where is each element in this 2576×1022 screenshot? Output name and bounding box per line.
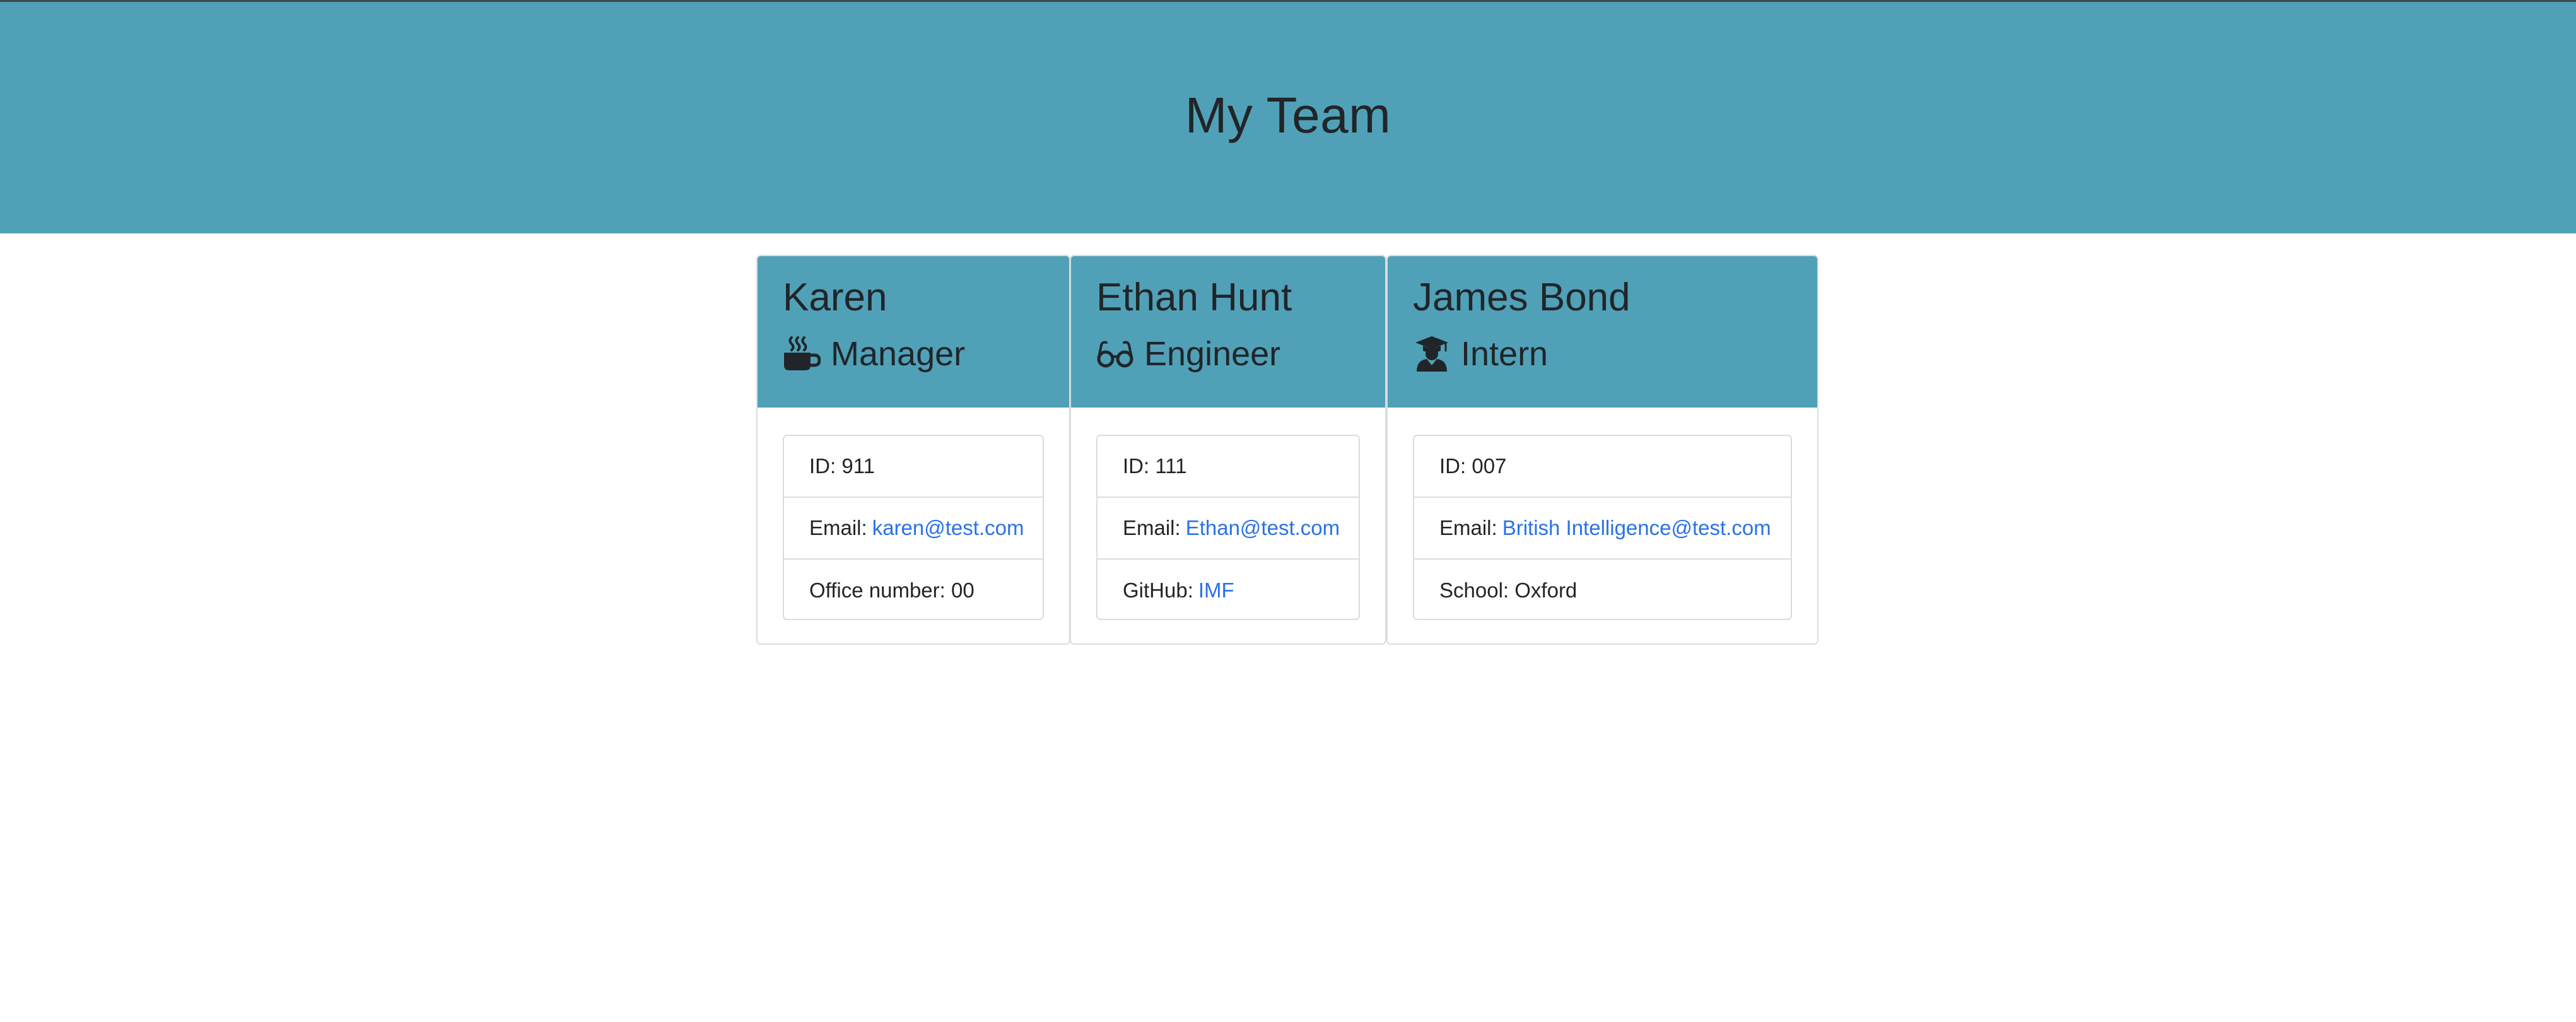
id-value: 111 — [1155, 454, 1187, 478]
intern-card: James Bond Intern ID: 007 Email: British… — [1386, 255, 1818, 645]
card-header: Ethan Hunt Engineer — [1071, 256, 1385, 408]
card-header: James Bond Intern — [1388, 256, 1817, 408]
github-item: GitHub: IMF — [1098, 560, 1359, 619]
id-item: ID: 111 — [1098, 436, 1359, 498]
graduate-icon — [1413, 335, 1451, 373]
email-link[interactable]: British Intelligence@test.com — [1502, 516, 1771, 540]
employee-name: Ethan Hunt — [1096, 276, 1292, 319]
id-value: 007 — [1472, 454, 1507, 478]
employee-role: Engineer — [1096, 334, 1280, 373]
office-number-value: 00 — [951, 579, 975, 602]
id-label: ID: — [809, 454, 836, 478]
role-label: Engineer — [1144, 335, 1281, 373]
email-item: Email: karen@test.com — [784, 498, 1043, 560]
github-label: GitHub: — [1123, 579, 1193, 602]
id-label: ID: — [1123, 454, 1150, 478]
email-link[interactable]: karen@test.com — [872, 516, 1024, 540]
id-item: ID: 911 — [784, 436, 1043, 498]
school-item: School: Oxford — [1414, 560, 1791, 619]
email-link[interactable]: Ethan@test.com — [1186, 516, 1340, 540]
email-item: Email: Ethan@test.com — [1098, 498, 1359, 560]
header-banner: My Team — [0, 2, 2576, 233]
id-item: ID: 007 — [1414, 436, 1791, 498]
id-value: 911 — [841, 454, 875, 478]
glasses-icon — [1096, 335, 1134, 373]
github-link[interactable]: IMF — [1198, 579, 1234, 602]
coffee-mug-icon — [783, 335, 821, 373]
engineer-card: Ethan Hunt Engineer ID: 111 Email: Ethan… — [1070, 255, 1386, 645]
page-title: My Team — [1185, 86, 1391, 143]
employee-role: Intern — [1413, 334, 1548, 373]
manager-card: Karen Manager ID: 911 Email: karen@test.… — [756, 255, 1070, 645]
details-list: ID: 911 Email: karen@test.com Office num… — [783, 435, 1044, 620]
details-list: ID: 007 Email: British Intelligence@test… — [1413, 435, 1792, 620]
role-label: Manager — [831, 335, 966, 373]
team-page: My Team Karen Manager ID: 911 Email: kar… — [0, 0, 2576, 1022]
details-list: ID: 111 Email: Ethan@test.com GitHub: IM… — [1096, 435, 1360, 620]
school-value: Oxford — [1514, 579, 1578, 602]
id-label: ID: — [1439, 454, 1467, 478]
email-label: Email: — [1123, 516, 1181, 539]
email-item: Email: British Intelligence@test.com — [1414, 498, 1791, 560]
school-label: School: — [1439, 579, 1509, 602]
email-label: Email: — [809, 516, 867, 539]
card-header: Karen Manager — [758, 256, 1069, 408]
email-label: Email: — [1439, 516, 1497, 539]
employee-name: Karen — [783, 276, 887, 319]
office-number-item: Office number: 00 — [784, 560, 1043, 619]
role-label: Intern — [1461, 335, 1549, 373]
employee-role: Manager — [783, 334, 965, 373]
employee-name: James Bond — [1413, 276, 1630, 319]
office-number-label: Office number: — [809, 579, 946, 602]
